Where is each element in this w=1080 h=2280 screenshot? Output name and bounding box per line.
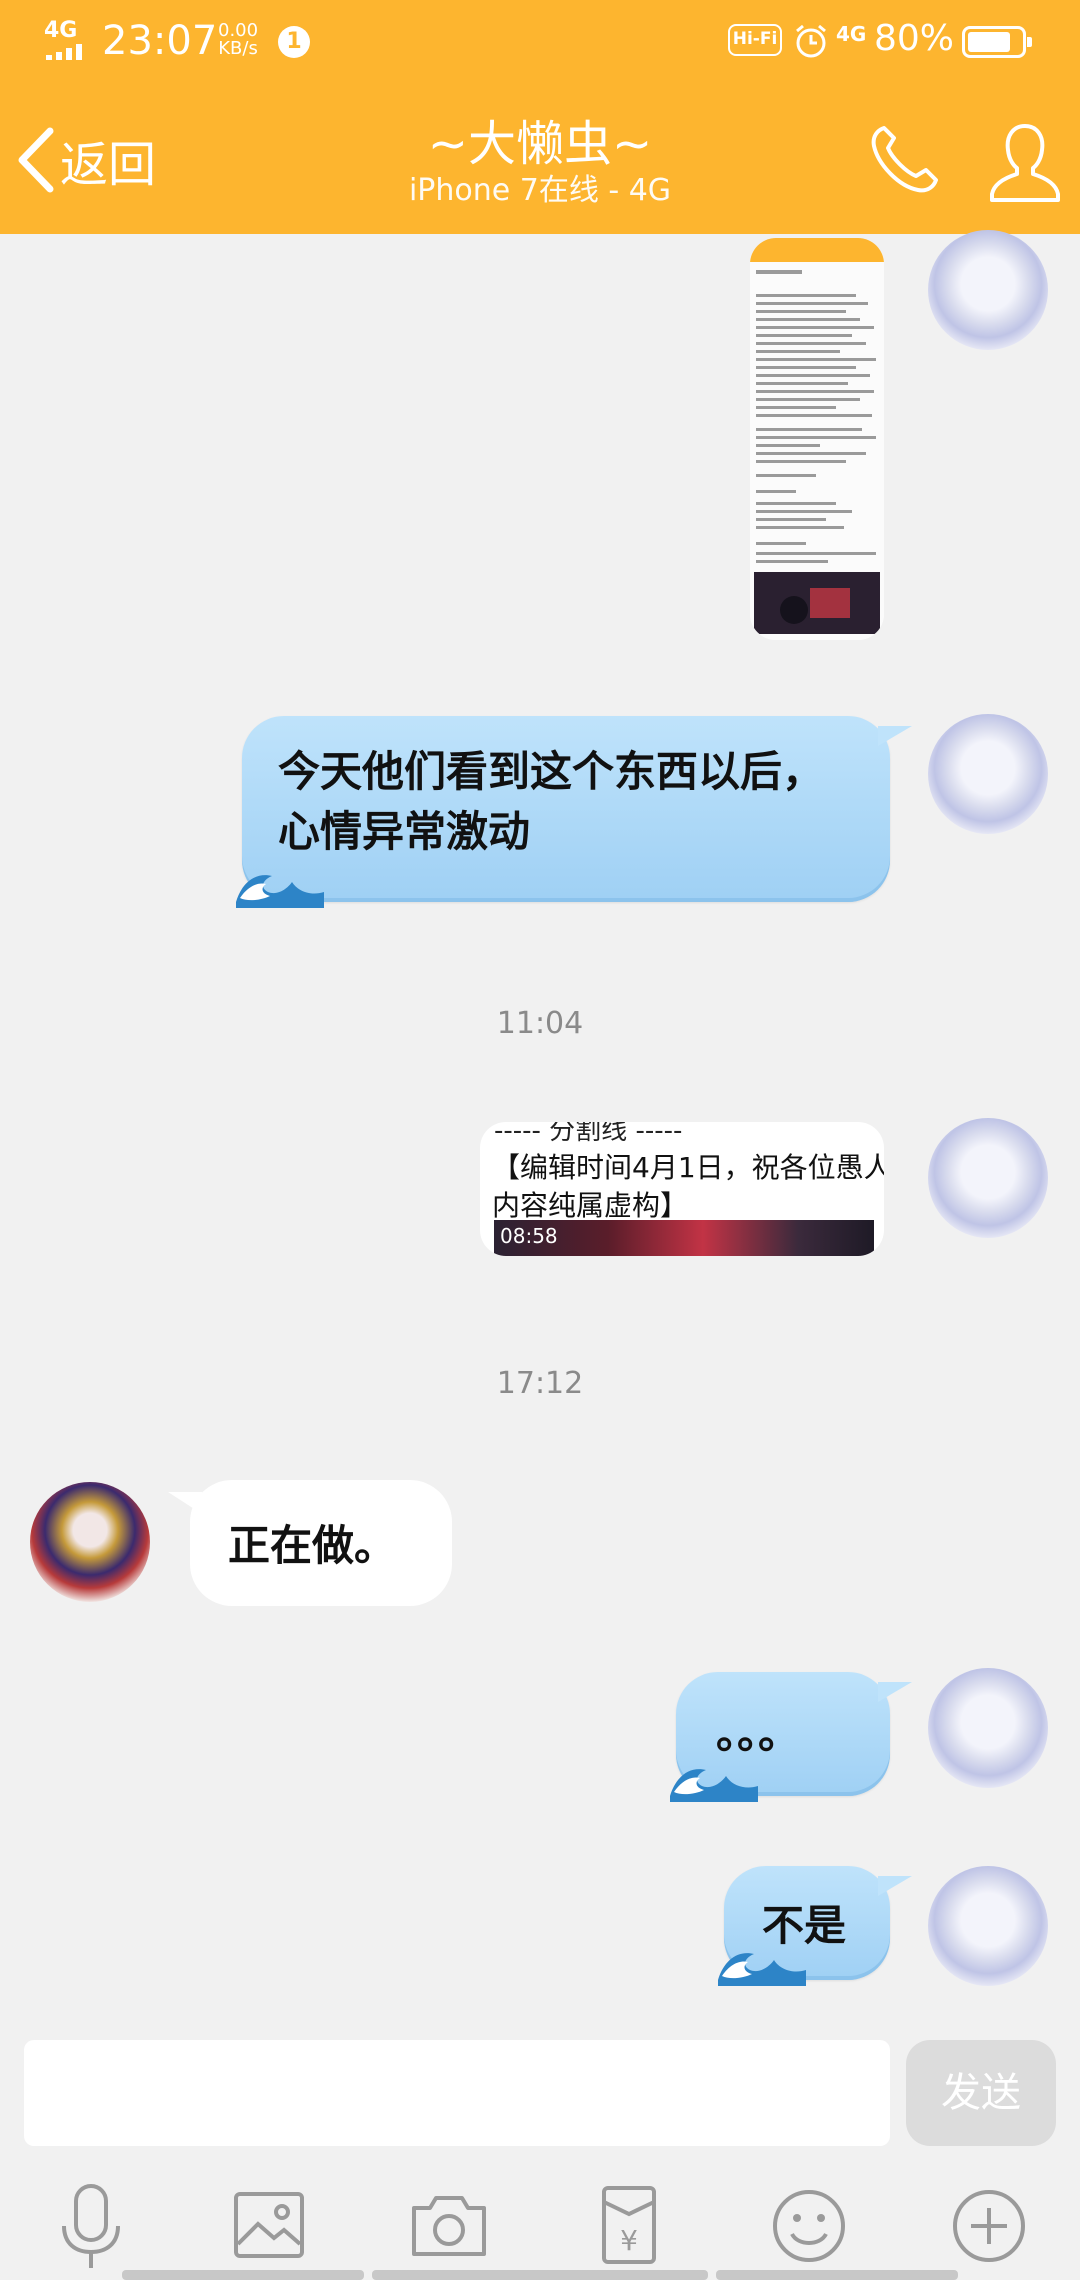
- network-speed: 0.00 KB/s: [218, 22, 258, 58]
- contact-status: iPhone 7在线 - 4G: [408, 173, 672, 208]
- contact-icon[interactable]: [986, 120, 1064, 206]
- notification-badge: 1: [278, 26, 310, 58]
- contact-avatar[interactable]: [30, 1482, 150, 1602]
- image-icon[interactable]: [224, 2180, 314, 2270]
- plus-icon[interactable]: [944, 2180, 1034, 2270]
- chat-header: 返回 ~大懒虫~ iPhone 7在线 - 4G: [0, 110, 1080, 220]
- screenshot-thumbnail: [750, 238, 884, 640]
- message-text: 正在做。: [228, 1521, 397, 1570]
- page-title: ~大懒虫~: [427, 116, 653, 172]
- image-message[interactable]: ----- 分割线 ----- 【编辑时间4月1日，祝各位愚人节 内容纯属虚构】…: [480, 1122, 884, 1256]
- scroll-indicator: [122, 2270, 364, 2280]
- speed-unit: KB/s: [218, 38, 258, 59]
- my-avatar[interactable]: [928, 714, 1048, 834]
- status-bar: 4G 23:07 0.00 KB/s 1 Hi-Fi 4G 80%: [0, 0, 1080, 84]
- top-bar: 4G 23:07 0.00 KB/s 1 Hi-Fi 4G 80% 返回 ~大懒…: [0, 0, 1080, 234]
- message-bubble-sent[interactable]: 。。。: [670, 1672, 912, 1802]
- message-text: 今天他们看到这个东西以后，心情异常激动: [278, 747, 825, 856]
- my-avatar[interactable]: [928, 1668, 1048, 1788]
- scroll-indicator: [716, 2270, 958, 2280]
- preview-line-1: 【编辑时间4月1日，祝各位愚人节: [492, 1151, 884, 1184]
- net-type-label: 4G: [836, 22, 867, 46]
- preview-divider: ----- 分割线 -----: [494, 1122, 683, 1146]
- my-avatar[interactable]: [928, 1118, 1048, 1238]
- wave-decoration: [236, 875, 324, 908]
- back-label: 返回: [60, 137, 157, 193]
- battery-icon: [962, 26, 1032, 58]
- message-bubble-received[interactable]: 正在做。: [168, 1480, 452, 1606]
- message-bubble-sent[interactable]: 不是: [718, 1866, 912, 1986]
- my-avatar[interactable]: [928, 1866, 1048, 1986]
- signal-icon: [46, 44, 90, 60]
- hifi-badge: Hi-Fi: [728, 24, 782, 56]
- red-packet-icon[interactable]: ¥: [584, 2180, 674, 2270]
- battery-percent: 80%: [874, 18, 955, 59]
- status-time: 23:07: [102, 18, 218, 64]
- preview-line-2: 内容纯属虚构】: [492, 1189, 689, 1222]
- send-button[interactable]: 发送: [906, 2040, 1056, 2146]
- message-timestamp: 17:12: [496, 1366, 584, 1401]
- message-input[interactable]: [24, 2040, 890, 2146]
- yen-symbol: ¥: [620, 2224, 638, 2257]
- scroll-indicator: [372, 2270, 708, 2280]
- chevron-left-icon: [18, 127, 54, 193]
- image-message[interactable]: [750, 238, 884, 640]
- wave-decoration: [718, 1953, 806, 1986]
- back-button[interactable]: 返回: [12, 120, 156, 200]
- message-bubble-sent[interactable]: 今天他们看到这个东西以后，心情异常激动: [236, 716, 912, 908]
- chat-title-block[interactable]: ~大懒虫~ iPhone 7在线 - 4G: [300, 115, 780, 209]
- my-avatar[interactable]: [928, 230, 1048, 350]
- alarm-icon: [796, 24, 826, 58]
- phone-icon[interactable]: [864, 120, 944, 200]
- emoji-icon[interactable]: [764, 2180, 854, 2270]
- camera-icon[interactable]: [404, 2180, 494, 2270]
- video-duration: 08:58: [500, 1224, 558, 1248]
- net-type: 4G: [836, 22, 866, 46]
- message-timestamp: 11:04: [496, 1006, 584, 1041]
- wave-decoration: [670, 1769, 758, 1802]
- preview-video-strip: 08:58: [494, 1220, 874, 1256]
- mic-icon[interactable]: [46, 2180, 136, 2270]
- network-label: 4G: [44, 18, 78, 43]
